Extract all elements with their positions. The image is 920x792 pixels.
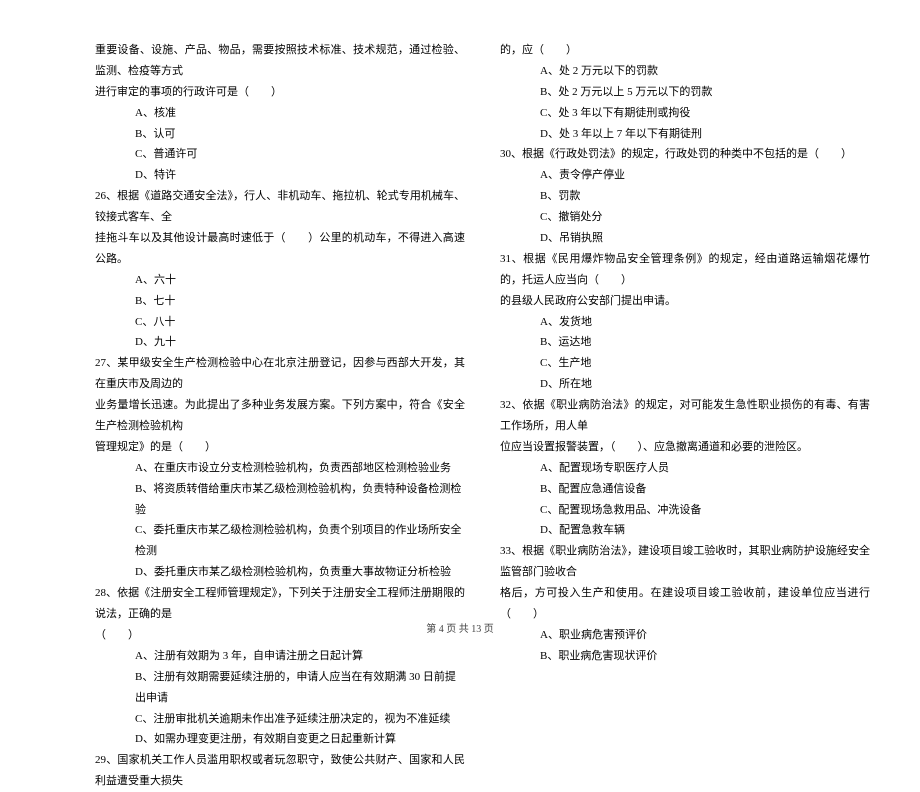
intro-option-c: C、普通许可 (95, 144, 465, 165)
q32-option-b: B、配置应急通信设备 (500, 479, 870, 500)
q28-option-a: A、注册有效期为 3 年，自申请注册之日起计算 (95, 646, 465, 667)
q26-option-d: D、九十 (95, 332, 465, 353)
q26-option-c: C、八十 (95, 312, 465, 333)
q27-line1: 27、某甲级安全生产检测检验中心在北京注册登记，因参与西部大开发，其在重庆市及周… (95, 353, 465, 395)
q30-option-d: D、吊销执照 (500, 228, 870, 249)
q26-option-a: A、六十 (95, 270, 465, 291)
left-column: 重要设备、设施、产品、物品，需要按照技术标准、技术规范，通过检验、监测、检疫等方… (95, 40, 465, 620)
q31-option-c: C、生产地 (500, 353, 870, 374)
q28-option-d: D、如需办理变更注册，有效期自变更之日起重新计算 (95, 729, 465, 750)
q32-line1: 32、依据《职业病防治法》的规定，对可能发生急性职业损伤的有毒、有害工作场所，用… (500, 395, 870, 437)
q31-line1: 31、根据《民用爆炸物品安全管理条例》的规定，经由道路运输烟花爆竹的，托运人应当… (500, 249, 870, 291)
q29-option-a: A、处 2 万元以下的罚款 (500, 61, 870, 82)
q29-option-b: B、处 2 万元以上 5 万元以下的罚款 (500, 82, 870, 103)
intro-option-a: A、核准 (95, 103, 465, 124)
q29-line1: 29、国家机关工作人员滥用职权或者玩忽职守，致使公共财产、国家和人民利益遭受重大… (95, 750, 465, 792)
q31-line2: 的县级人民政府公安部门提出申请。 (500, 291, 870, 312)
q26-line1: 26、根据《道路交通安全法》，行人、非机动车、拖拉机、轮式专用机械车、铰接式客车… (95, 186, 465, 228)
q30-option-c: C、撤销处分 (500, 207, 870, 228)
q32-option-a: A、配置现场专职医疗人员 (500, 458, 870, 479)
q28-line1: 28、依据《注册安全工程师管理规定》，下列关于注册安全工程师注册期限的说法，正确… (95, 583, 465, 625)
q29-option-d: D、处 3 年以上 7 年以下有期徒刑 (500, 124, 870, 145)
q29-option-c: C、处 3 年以下有期徒刑或拘役 (500, 103, 870, 124)
q31-option-a: A、发货地 (500, 312, 870, 333)
intro-option-b: B、认可 (95, 124, 465, 145)
q27-line2: 业务量增长迅速。为此提出了多种业务发展方案。下列方案中，符合《安全生产检测检验机… (95, 395, 465, 437)
right-column: 的，应（ ） A、处 2 万元以下的罚款 B、处 2 万元以上 5 万元以下的罚… (500, 40, 870, 620)
q30-option-a: A、责令停产停业 (500, 165, 870, 186)
q32-line2: 位应当设置报警装置，（ ）、应急撤离通道和必要的泄险区。 (500, 437, 870, 458)
q26-option-b: B、七十 (95, 291, 465, 312)
q27-option-c: C、委托重庆市某乙级检测检验机构，负责个别项目的作业场所安全检测 (95, 520, 465, 562)
intro-line1: 重要设备、设施、产品、物品，需要按照技术标准、技术规范，通过检验、监测、检疫等方… (95, 40, 465, 82)
q27-line3: 管理规定》的是（ ） (95, 437, 465, 458)
q28-option-c: C、注册审批机关逾期未作出准予延续注册决定的，视为不准延续 (95, 709, 465, 730)
q33-line2: 格后，方可投入生产和使用。在建设项目竣工验收前，建设单位应当进行（ ） (500, 583, 870, 625)
q33-option-b: B、职业病危害现状评价 (500, 646, 870, 667)
q27-option-a: A、在重庆市设立分支检测检验机构，负责西部地区检测检验业务 (95, 458, 465, 479)
q29-cont: 的，应（ ） (500, 40, 870, 61)
q33-line1: 33、根据《职业病防治法》，建设项目竣工验收时，其职业病防护设施经安全监管部门验… (500, 541, 870, 583)
q27-option-b: B、将资质转借给重庆市某乙级检测检验机构，负责特种设备检测检验 (95, 479, 465, 521)
q31-option-d: D、所在地 (500, 374, 870, 395)
q32-option-c: C、配置现场急救用品、冲洗设备 (500, 500, 870, 521)
q31-option-b: B、运达地 (500, 332, 870, 353)
page-container: 重要设备、设施、产品、物品，需要按照技术标准、技术规范，通过检验、监测、检疫等方… (0, 0, 920, 650)
q28-option-b: B、注册有效期需要延续注册的，申请人应当在有效期满 30 日前提出申请 (95, 667, 465, 709)
intro-line2: 进行审定的事项的行政许可是（ ） (95, 82, 465, 103)
q27-option-d: D、委托重庆市某乙级检测检验机构，负责重大事故物证分析检验 (95, 562, 465, 583)
page-footer: 第 4 页 共 13 页 (0, 620, 920, 635)
q32-option-d: D、配置急救车辆 (500, 520, 870, 541)
intro-option-d: D、特许 (95, 165, 465, 186)
q26-line2: 挂拖斗车以及其他设计最高时速低于（ ）公里的机动车，不得进入高速公路。 (95, 228, 465, 270)
q30-option-b: B、罚款 (500, 186, 870, 207)
q30-line1: 30、根据《行政处罚法》的规定，行政处罚的种类中不包括的是（ ） (500, 144, 870, 165)
